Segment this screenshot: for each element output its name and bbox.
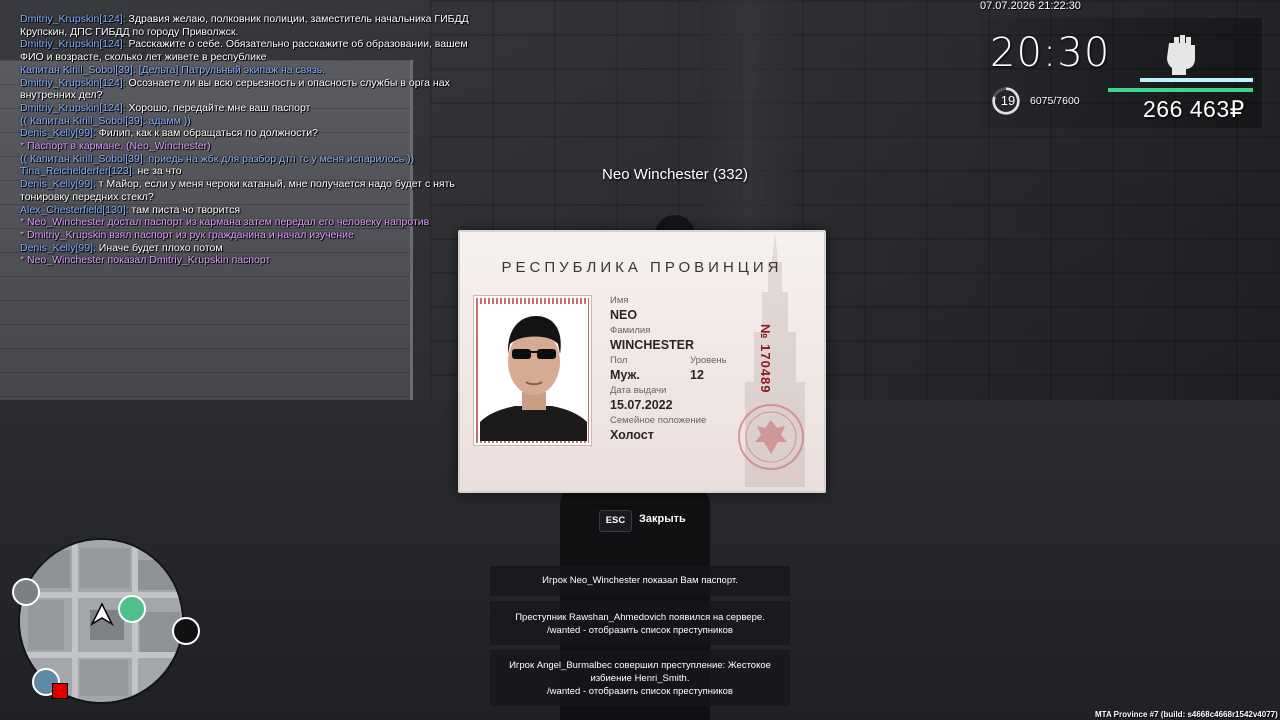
surname-label: Фамилия xyxy=(610,325,651,336)
hud-clock: 20:30 xyxy=(990,30,1111,76)
map-target-marker xyxy=(52,683,68,699)
map-transport-icon xyxy=(118,595,146,623)
state-seal-icon xyxy=(738,404,804,470)
chat-nick: Dmitriy_Krupskin[124]: xyxy=(20,13,126,25)
hud-datetime: 07.07.2026 21:22:30 xyxy=(980,0,1081,12)
chat-line: * Neo_Winchester достал паспорт из карма… xyxy=(20,216,490,229)
chat-text: Капитан Kirill_Sobol[39]: [Дельта] Патру… xyxy=(20,63,326,76)
chat-text: там писта чо творится xyxy=(128,203,241,216)
marital-value: Холост xyxy=(610,428,654,442)
chat-text: * Neo_Winchester показал Dmitriy_Krupski… xyxy=(20,254,271,267)
sex-label: Пол xyxy=(610,355,628,366)
chat-text: Иначе будет плохо потом xyxy=(95,241,223,254)
chat-text: не за что xyxy=(134,165,182,178)
passport-title: РЕСПУБЛИКА ПРОВИНЦИЯ xyxy=(501,259,783,276)
issue-date-label: Дата выдачи xyxy=(610,385,667,396)
notification-3: Игрок Angel_Burmalbec совершил преступле… xyxy=(490,650,790,706)
chat-nick: Denis_Kelly[99]: xyxy=(20,178,96,191)
hud-health-bar xyxy=(1140,78,1253,82)
notification-3-line-3: /wanted - отобразить список преступников xyxy=(547,686,733,697)
fist-icon xyxy=(1167,35,1195,75)
notification-2: Преступник Rawshan_Ahmedovich появился н… xyxy=(490,601,790,645)
chat-nick: Denis_Kelly[99]: xyxy=(20,241,96,254)
chat-line: Alex_Chesterfield[130]: там писта чо тво… xyxy=(20,204,490,217)
chat-log: Dmitriy_Krupskin[124]: Здравия желаю, по… xyxy=(20,13,490,267)
player-arrow-icon xyxy=(90,602,114,626)
photo-inner xyxy=(480,304,587,441)
issue-date-value: 15.07.2022 xyxy=(610,398,673,412)
chat-line: Denis_Kelly[99]: Филип, как к вам обраща… xyxy=(20,127,490,140)
chat-line: Dmitriy_Krupskin[124]: Расскажите о себе… xyxy=(20,38,490,63)
chat-line: * Neo_Winchester показал Dmitriy_Krupski… xyxy=(20,254,490,267)
level-label: Уровень xyxy=(690,355,727,366)
chat-text: * Паспорт в кармане. (Neo_Winchester) xyxy=(20,140,211,153)
chat-line: Denis_Kelly[99]: т Майор, если у меня че… xyxy=(20,178,490,203)
passport-number: № 170489 xyxy=(758,324,773,394)
chat-text: Филип, как к вам обращаться по должности… xyxy=(95,127,318,140)
level-value: 12 xyxy=(690,368,704,382)
passport-card: РЕСПУБЛИКА ПРОВИНЦИЯ Имя NEO Фамилия WIN… xyxy=(458,230,826,493)
hud-money: 266 463₽ xyxy=(1143,96,1245,122)
chat-nick: Denis_Kelly[99]: xyxy=(20,127,96,140)
notification-2-line-2: /wanted - отобразить список преступников xyxy=(547,625,733,636)
close-label[interactable]: Закрыть xyxy=(639,513,686,525)
chat-text: Хорошо, передайте мне ваш паспорт xyxy=(125,101,311,114)
hud-xp: 6075/7600 xyxy=(1030,95,1080,107)
chat-line: (( Капитан Kirill_Sobol[39]: адамм )) xyxy=(20,115,490,128)
notification-1-line-1: Игрок Neo_Winchester показал Вам паспорт… xyxy=(542,575,738,586)
sex-value: Муж. xyxy=(610,368,640,382)
chat-line: * Паспорт в кармане. (Neo_Winchester) xyxy=(20,140,490,153)
chat-line: (( Капитан Kirill_Sobol[39]: приедь на ж… xyxy=(20,153,490,166)
chat-nick: Dmitriy_Krupskin[124]: xyxy=(20,101,126,114)
name-label: Имя xyxy=(610,295,629,306)
passport-photo xyxy=(473,295,592,446)
chat-text: * Dmitriy_Krupskin взял паспорт из рук г… xyxy=(20,228,354,241)
chat-line: * Dmitriy_Krupskin взял паспорт из рук г… xyxy=(20,229,490,242)
chat-nick: Dmitriy_Krupskin[124]: xyxy=(20,38,126,51)
name-value: NEO xyxy=(610,308,638,322)
chat-line: Капитан Kirill_Sobol[39]: [Дельта] Патру… xyxy=(20,64,490,77)
chat-nick: Alex_Chesterfield[130]: xyxy=(20,203,129,216)
surname-value: WINCHESTER xyxy=(610,338,695,352)
map-bus-icon xyxy=(12,578,40,606)
hud-armor-bar xyxy=(1108,88,1253,92)
portrait-image xyxy=(480,304,587,441)
chat-text: * Neo_Winchester достал паспорт из карма… xyxy=(20,216,430,229)
chat-line: Dmitriy_Krupskin[124]: Осознаете ли вы в… xyxy=(20,77,490,102)
player-nametag: Neo Winchester (332) xyxy=(602,166,748,183)
chat-line: Dmitriy_Krupskin[124]: Хорошо, передайте… xyxy=(20,102,490,115)
esc-close-button[interactable]: ESC xyxy=(599,510,632,532)
hud-level: 19 xyxy=(1000,93,1016,108)
map-north-icon xyxy=(172,617,200,645)
notification-3-line-2: избиение Henri_Smith. xyxy=(590,673,690,684)
marital-label: Семейное положение xyxy=(610,415,707,426)
notification-2-line-1: Преступник Rawshan_Ahmedovich появился н… xyxy=(515,612,765,623)
chat-line: Denis_Kelly[99]: Иначе будет плохо потом xyxy=(20,242,490,255)
build-info: MTA Province #7 (build: s4668c4668r1542v… xyxy=(1095,710,1278,719)
notification-1: Игрок Neo_Winchester показал Вам паспорт… xyxy=(490,566,790,596)
notification-3-line-1: Игрок Angel_Burmalbec совершил преступле… xyxy=(509,660,771,671)
chat-line: Tina_Reichelderfer[123]: не за что xyxy=(20,165,490,178)
chat-nick: Dmitriy_Krupskin[124]: xyxy=(20,76,126,89)
chat-text: (( Капитан Kirill_Sobol[39]: приедь на ж… xyxy=(20,152,415,165)
chat-text: (( Капитан Kirill_Sobol[39]: адамм )) xyxy=(20,114,191,127)
chat-nick: Tina_Reichelderfer[123]: xyxy=(20,165,135,178)
chat-line: Dmitriy_Krupskin[124]: Здравия желаю, по… xyxy=(20,13,490,38)
